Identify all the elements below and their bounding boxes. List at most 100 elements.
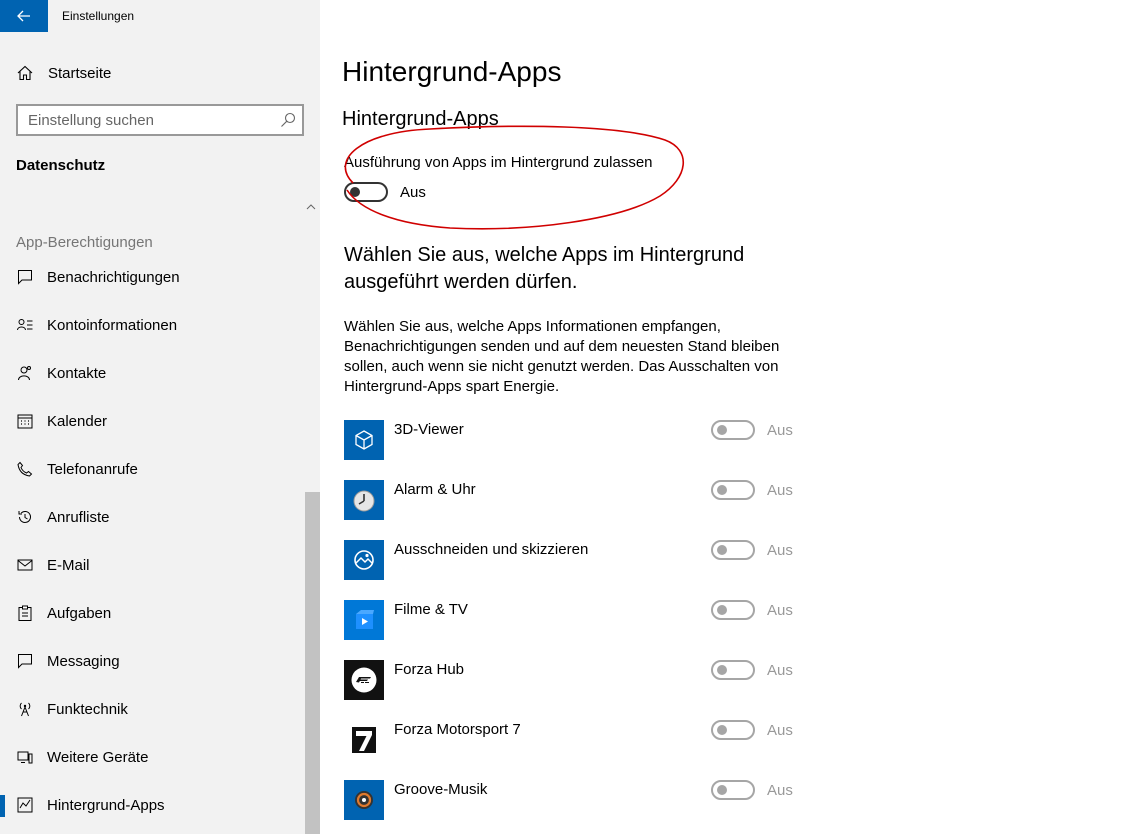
nav-list: Benachrichtigungen Kontoinformationen Ko… [0,253,305,829]
calendar-icon [16,412,34,430]
search-input[interactable] [18,106,268,134]
background-apps-toggle-state: Aus [400,184,426,201]
phone-icon [16,460,34,478]
snip-sketch-icon [344,540,384,580]
app-state: Aus [767,722,793,739]
app-name: 3D-Viewer [394,421,464,438]
app-row: Groove-Musik Aus [344,770,804,830]
sidebar-item-hintergrund-apps[interactable]: Hintergrund-Apps [0,781,305,829]
section-title: Datenschutz [16,157,106,174]
app-name: Groove-Musik [394,781,488,798]
sidebar-scrollbar[interactable] [305,492,320,834]
sidebar-item-label: Kontoinformationen [47,316,178,334]
sidebar-item-messaging[interactable]: Messaging [0,637,305,685]
sidebar-item-benachrichtigungen[interactable]: Benachrichtigungen [0,253,305,301]
sidebar-item-label: Aufgaben [47,604,112,622]
sidebar-item-label: Benachrichtigungen [47,268,180,286]
title-bar: Einstellungen [0,0,320,32]
app-toggle[interactable] [711,480,755,500]
app-toggle[interactable] [711,420,755,440]
background-apps-icon [16,796,34,814]
app-row: Forza Hub Aus [344,650,804,710]
sidebar-item-weitere-geraete[interactable]: Weitere Geräte [0,733,305,781]
movies-tv-icon [344,600,384,640]
app-toggle[interactable] [711,540,755,560]
sidebar-item-kontoinformationen[interactable]: Kontoinformationen [0,301,305,349]
devices-icon [16,748,34,766]
search-box [16,104,304,136]
group-header: App-Berechtigungen [16,234,153,251]
toggle-knob [717,665,727,675]
background-apps-toggle[interactable] [344,182,388,202]
tasks-icon [16,604,34,622]
radio-icon [16,700,34,718]
sidebar-item-kalender[interactable]: Kalender [0,397,305,445]
sidebar-item-kontakte[interactable]: Kontakte [0,349,305,397]
toggle-knob [717,605,727,615]
sidebar: Einstellungen Startseite Datenschutz App… [0,0,320,834]
alarm-clock-icon [344,480,384,520]
app-name: Forza Hub [394,661,465,678]
sidebar-item-funktechnik[interactable]: Funktechnik [0,685,305,733]
window-title: Einstellungen [62,9,135,23]
sidebar-item-label: Kalender [47,412,108,430]
mail-icon [16,556,34,574]
toggle-knob [717,785,727,795]
sidebar-item-e-mail[interactable]: E-Mail [0,541,305,589]
sidebar-item-label: E-Mail [47,556,90,574]
main-content: Hintergrund-Apps Hintergrund-Apps Ausfüh… [320,0,1145,834]
history-icon [16,508,34,526]
app-state: Aus [767,662,793,679]
back-button[interactable] [0,0,48,32]
contacts-icon [16,364,34,382]
app-name: Filme & TV [394,601,468,618]
forza-7-icon [344,720,384,760]
app-state: Aus [767,602,793,619]
sidebar-item-label: Hintergrund-Apps [47,796,165,814]
app-row: Alarm & Uhr Aus [344,470,804,530]
forza-hub-icon [344,660,384,700]
page-title: Hintergrund-Apps [342,56,562,87]
toggle-knob [717,725,727,735]
app-row: Forza Motorsport 7 Aus [344,710,804,770]
home-nav-item[interactable]: Startseite [0,56,320,90]
app-toggle[interactable] [711,600,755,620]
app-state: Aus [767,482,793,499]
sidebar-item-label: Funktechnik [47,700,128,718]
app-toggle[interactable] [711,660,755,680]
apps-description: Wählen Sie aus, welche Apps Informatione… [344,318,780,395]
sidebar-item-label: Kontakte [47,364,107,382]
account-info-icon [16,316,34,334]
toggle-knob [717,545,727,555]
app-row: Filme & TV Aus [344,590,804,650]
app-row: 3D-Viewer Aus [344,410,804,470]
sidebar-item-label: Messaging [47,652,120,670]
app-name: Forza Motorsport 7 [394,721,521,738]
home-icon [16,64,34,82]
sidebar-item-label: Weitere Geräte [47,748,149,766]
sidebar-item-telefonanrufe[interactable]: Telefonanrufe [0,445,305,493]
toggle-knob [350,187,360,197]
3d-viewer-icon [344,420,384,460]
app-state: Aus [767,542,793,559]
app-state: Aus [767,422,793,439]
apps-heading: Wählen Sie aus, welche Apps im Hintergru… [344,244,745,293]
groove-music-icon [344,780,384,820]
app-state: Aus [767,782,793,799]
app-toggle[interactable] [711,720,755,740]
toggle-knob [717,485,727,495]
notification-icon [16,268,34,286]
home-label: Startseite [48,64,112,82]
sidebar-item-aufgaben[interactable]: Aufgaben [0,589,305,637]
app-row: Ausschneiden und skizzieren Aus [344,530,804,590]
chevron-up-icon[interactable] [305,202,317,212]
sidebar-item-label: Anrufliste [47,508,110,526]
message-icon [16,652,34,670]
app-toggle[interactable] [711,780,755,800]
app-name: Alarm & Uhr [394,481,476,498]
search-icon[interactable] [280,112,296,128]
sidebar-item-anrufliste[interactable]: Anrufliste [0,493,305,541]
app-name: Ausschneiden und skizzieren [394,541,589,558]
background-apps-toggle-label: Ausführung von Apps im Hintergrund zulas… [344,154,653,171]
sidebar-item-label: Telefonanrufe [47,460,138,478]
